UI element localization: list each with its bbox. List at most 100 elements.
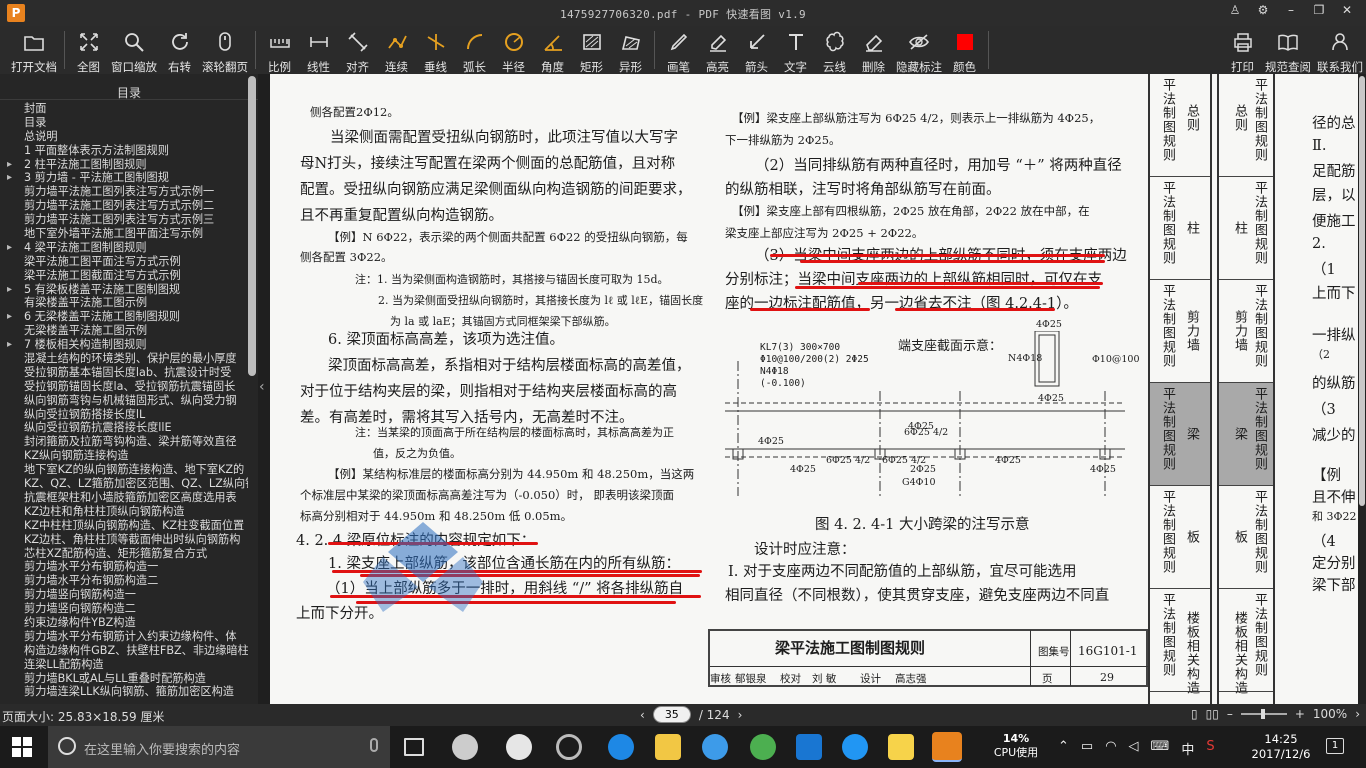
sidebar-collapse-handle[interactable]: ‹	[258, 74, 270, 704]
toc-item[interactable]: KZ中柱柱顶纵向钢筋构造、KZ柱变截面位置	[0, 519, 248, 533]
toc-item[interactable]: 剪力墙竖向钢筋构造二	[0, 602, 248, 616]
toolbar-button-align-measure[interactable]: 对齐	[338, 26, 377, 74]
blue-plus-app-icon[interactable]	[796, 734, 822, 760]
toolbar-button-rotate[interactable]: 右转	[160, 26, 199, 74]
minimize-button[interactable]: –	[1282, 3, 1300, 17]
toolbar-button-perpendicular[interactable]: 垂线	[416, 26, 455, 74]
toolbar-button-angle[interactable]: 角度	[533, 26, 572, 74]
volume-icon[interactable]: ◁	[1129, 739, 1139, 758]
toc-item[interactable]: 剪力墙平法施工图列表注写方式示例一	[0, 185, 248, 199]
keyboard-icon[interactable]: ⌨	[1151, 739, 1170, 758]
single-page-view-icon[interactable]: ▯	[1191, 707, 1198, 721]
toolbar-button-hide-markup[interactable]: 隐藏标注	[893, 26, 945, 74]
toc-item[interactable]: 梁平法施工图截面注写方式示例	[0, 269, 248, 283]
toc-item[interactable]: 4 梁平法施工图制图规则	[0, 241, 248, 255]
toolbar-button-contact[interactable]: 联系我们	[1314, 26, 1366, 74]
toc-item[interactable]: 1 平面整体表示方法制图规则	[0, 144, 248, 158]
ie-blue-icon[interactable]	[702, 734, 728, 760]
notification-center-icon[interactable]: 1	[1326, 738, 1344, 754]
toolbar-button-color-swatch[interactable]: 颜色	[945, 26, 984, 74]
sogou-ime-icon[interactable]: S	[1206, 739, 1214, 758]
toc-item[interactable]: 剪力墙连梁LLK纵向钢筋、箍筋加密区构造	[0, 685, 248, 699]
toc-item[interactable]: 封闭箍筋及拉筋弯钩构造、梁并筋等效直径	[0, 435, 248, 449]
user-icon[interactable]: ♙	[1226, 3, 1244, 17]
taskbar-search-box[interactable]: 在这里输入你要搜索的内容	[48, 726, 390, 768]
page-number-input[interactable]	[652, 706, 691, 723]
toc-item[interactable]: 剪力墙水平分布钢筋计入约束边缘构件、体	[0, 630, 248, 644]
toc-item[interactable]: 约束边缘构件YBZ构造	[0, 616, 248, 630]
toc-item[interactable]: 6 无梁楼盖平法施工图制图规则	[0, 310, 248, 324]
settings-icon[interactable]: ⚙	[1254, 3, 1272, 17]
toc-item[interactable]: 剪力墙平法施工图列表注写方式示例三	[0, 213, 248, 227]
ie-browser-icon[interactable]	[506, 734, 532, 760]
system-clock[interactable]: 14:25 2017/12/6	[1248, 732, 1314, 762]
toc-item[interactable]: 2 柱平法施工图制图规则	[0, 158, 248, 172]
toc-item[interactable]: 纵向钢筋弯钩与机械锚固形式、纵向受力钢	[0, 394, 248, 408]
toc-item[interactable]: 纵向受拉钢筋搭接长度lL	[0, 408, 248, 422]
swirl-app-icon[interactable]	[556, 734, 582, 760]
notes-app-icon[interactable]	[888, 734, 914, 760]
toolbar-button-eraser[interactable]: 删除	[854, 26, 893, 74]
chevron-left-icon[interactable]: ‹	[259, 379, 265, 395]
tray-chevron-icon[interactable]: ⌃	[1058, 739, 1069, 758]
restore-button[interactable]: ❐	[1310, 3, 1328, 17]
toc-item[interactable]: 有梁楼盖平法施工图示例	[0, 296, 248, 310]
toc-item[interactable]: 剪力墙水平分布钢筋构造二	[0, 574, 248, 588]
toolbar-button-text[interactable]: 文字	[776, 26, 815, 74]
toolbar-button-zoom[interactable]: 窗口缩放	[108, 26, 160, 74]
toolbar-button-polygon-area[interactable]: 异形	[611, 26, 650, 74]
prev-page-button[interactable]: ‹	[640, 708, 645, 722]
toc-item[interactable]: 剪力墙BKL或AL与LL重叠时配筋构造	[0, 672, 248, 686]
green-app-icon[interactable]	[750, 734, 776, 760]
battery-icon[interactable]: ▭	[1081, 739, 1093, 758]
toc-item[interactable]: 无梁楼盖平法施工图示例	[0, 324, 248, 338]
microphone-icon[interactable]	[370, 738, 378, 752]
toc-item[interactable]: KZ边柱和角柱柱顶纵向钢筋构造	[0, 505, 248, 519]
toolbar-button-scale[interactable]: 比例	[260, 26, 299, 74]
toc-item[interactable]: 纵向受拉钢筋抗震搭接长度llE	[0, 421, 248, 435]
toolbar-button-printer[interactable]: 打印	[1223, 26, 1262, 74]
toc-scrollbar[interactable]	[248, 76, 256, 376]
toolbar-button-cloud[interactable]: 云线	[815, 26, 854, 74]
red-underline-markup[interactable]	[800, 260, 1105, 263]
zoom-slider[interactable]	[1240, 709, 1287, 719]
toc-item[interactable]: 梁平法施工图平面注写方式示例	[0, 255, 248, 269]
red-underline-markup[interactable]	[895, 308, 1055, 311]
page-scrollbar-thumb[interactable]	[1359, 76, 1365, 506]
page-scrollbar[interactable]	[1358, 74, 1366, 704]
zoom-out-button[interactable]: –	[1227, 707, 1233, 721]
edge-browser-icon[interactable]	[608, 734, 634, 760]
toc-item[interactable]: 受拉钢筋锚固长度la、受拉钢筋抗震锚固长	[0, 380, 248, 394]
red-underline-markup[interactable]	[795, 286, 1100, 289]
toc-item[interactable]: 混凝土结构的环境类别、保护层的最小厚度	[0, 352, 248, 366]
toolbar-button-fit-page[interactable]: 全图	[69, 26, 108, 74]
toc-item[interactable]: 目录	[0, 116, 248, 130]
toolbar-button-folder[interactable]: 打开文档	[8, 26, 60, 74]
toolbar-button-radius[interactable]: 半径	[494, 26, 533, 74]
toc-item[interactable]: 构造边缘构件GBZ、扶壁柱FBZ、非边缘暗柱	[0, 644, 248, 658]
toolbar-button-pen[interactable]: 画笔	[659, 26, 698, 74]
red-underline-markup[interactable]	[858, 282, 1103, 285]
toc-item[interactable]: 抗震框架柱和小墙肢箍筋加密区高度选用表	[0, 491, 248, 505]
toc-item[interactable]: 连梁LL配筋构造	[0, 658, 248, 672]
wifi-icon[interactable]: ◠	[1105, 739, 1116, 758]
toolbar-button-rectangle-area[interactable]: 矩形	[572, 26, 611, 74]
toolbar-button-book[interactable]: 规范查阅	[1262, 26, 1314, 74]
toolbar-button-highlight[interactable]: 高亮	[698, 26, 737, 74]
toolbar-button-arc-length[interactable]: 弧长	[455, 26, 494, 74]
toolbar-button-arrow[interactable]: 箭头	[737, 26, 776, 74]
file-explorer-icon[interactable]	[655, 734, 681, 760]
close-button[interactable]: ✕	[1338, 3, 1356, 17]
toolbar-button-continuous-measure[interactable]: 连续	[377, 26, 416, 74]
toc-item[interactable]: KZ、QZ、LZ箍筋加密区范围、QZ、LZ纵向钢	[0, 477, 248, 491]
collapse-right-icon[interactable]: ›	[1355, 707, 1360, 721]
toc-item[interactable]: 剪力墙水平分布钢筋构造一	[0, 560, 248, 574]
toc-item[interactable]: 3 剪力墙 - 平法施工图制图规	[0, 171, 248, 185]
task-view-icon[interactable]	[404, 738, 424, 756]
toolbar-button-linear-measure[interactable]: 线性	[299, 26, 338, 74]
g-app-icon[interactable]	[842, 734, 868, 760]
toc-item[interactable]: 5 有梁板楼盖平法施工图制图规	[0, 283, 248, 297]
toc-item[interactable]: 7 楼板相关构造制图规则	[0, 338, 248, 352]
toolbar-button-mouse[interactable]: 滚轮翻页	[199, 26, 251, 74]
toc-item[interactable]: 剪力墙竖向钢筋构造一	[0, 588, 248, 602]
